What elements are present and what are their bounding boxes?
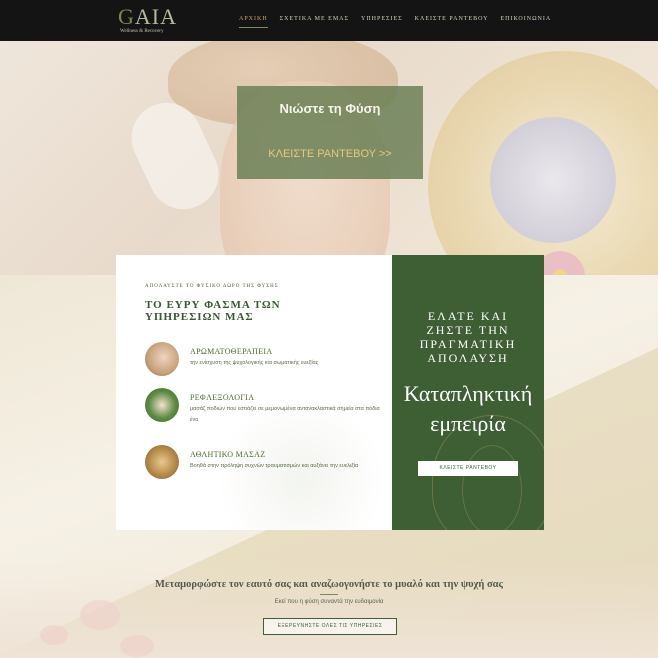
- hero-image-salt: [490, 117, 616, 243]
- nav-item-contact[interactable]: ΕΠΙΚΟΙΝΩΝΙΑ: [500, 16, 551, 22]
- hero-title: Νιώστε τη Φύση: [279, 101, 381, 116]
- nav-item-home[interactable]: ΑΡΧΙΚΗ: [239, 16, 268, 28]
- main-menu: ΑΡΧΙΚΗ ΣΧΕΤΙΚΑ ΜΕ ΕΜΑΣ ΥΠΗΡΕΣΙΕΣ ΚΛΕΙΣΤΕ…: [239, 16, 563, 28]
- nav-item-services[interactable]: ΥΠΗΡΕΣΙΕΣ: [361, 16, 403, 22]
- service-thumb-aromatherapy: [145, 342, 179, 376]
- logo-initial: G: [118, 4, 135, 29]
- navbar: GAIA Wellness & Recovery ΑΡΧΙΚΗ ΣΧΕΤΙΚΑ …: [0, 0, 658, 41]
- leaf-ornament: [462, 445, 522, 530]
- services-eyebrow: ΑΠΟΛΑΥΣΤΕ ΤΟ ΦΥΣΙΚΟ ΔΩΡΟ ΤΗΣ ΦΥΣΗΣ: [145, 284, 279, 289]
- title-divider: [320, 594, 338, 595]
- promo-heading: ΕΛΑΤΕ ΚΑΙ ΖΗΣΤΕ ΤΗΝ ΠΡΑΓΜΑΤΙΚΗ ΑΠΟΛΑΥΣΗ: [419, 309, 517, 365]
- hero-section: Νιώστε τη Φύση ΚΛΕΙΣΤΕ ΡΑΝΤΕΒΟΥ >>: [0, 41, 658, 275]
- hero-overlay-box: Νιώστε τη Φύση ΚΛΕΙΣΤΕ ΡΑΝΤΕΒΟΥ >>: [237, 86, 423, 179]
- logo-tagline: Wellness & Recovery: [120, 29, 164, 34]
- service-thumb-reflexology: [145, 388, 179, 422]
- nav-item-booking[interactable]: ΚΛΕΙΣΤΕ ΡΑΝΤΕΒΟΥ: [415, 16, 489, 22]
- bottom-title: Μεταμορφώστε τον εαυτό σας και αναζωογον…: [155, 579, 503, 590]
- service-name: ΑΘΛΗΤΙΚΟ ΜΑΣΑΖ: [190, 450, 266, 459]
- service-name: ΑΡΩΜΑΤΟΘΕΡΑΠΕΙΑ: [190, 347, 273, 356]
- service-name: ΡΕΦΛΕΞΟΛΟΓΙΑ: [190, 393, 255, 402]
- services-title: ΤΟ ΕΥΡΥ ΦΑΣΜΑ ΤΩΝ ΥΠΗΡΕΣΙΩΝ ΜΑΣ: [145, 299, 281, 323]
- bottom-subtitle: Εκεί που η φύση συναντά την ευδαιμονία: [274, 599, 384, 605]
- services-card: ΑΠΟΛΑΥΣΤΕ ΤΟ ΦΥΣΙΚΟ ΔΩΡΟ ΤΗΣ ΦΥΣΗΣ ΤΟ ΕΥ…: [116, 255, 392, 530]
- promo-booking-button[interactable]: ΚΛΕΙΣΤΕ ΡΑΝΤΕΒΟΥ: [418, 461, 518, 476]
- petal-decoration: [40, 625, 68, 645]
- nav-item-about[interactable]: ΣΧΕΤΙΚΑ ΜΕ ΕΜΑΣ: [280, 16, 349, 22]
- petal-decoration: [120, 635, 154, 657]
- promo-big-text: Καταπληκτική εμπειρία: [403, 381, 533, 436]
- service-description: την ενίσχυση της ψυχολογικής και σωματικ…: [190, 360, 319, 366]
- hero-booking-link[interactable]: ΚΛΕΙΣΤΕ ΡΑΝΤΕΒΟΥ >>: [237, 148, 423, 160]
- brand-logo[interactable]: GAIA Wellness & Recovery: [118, 5, 180, 37]
- service-description: μασάζ ποδιών που εστιάζει σε μεμονωμένα …: [190, 406, 380, 423]
- service-description: Βοηθά στην πρόληψη συχνών τραυματισμών κ…: [190, 463, 359, 469]
- logo-text: AIA: [134, 4, 177, 29]
- promo-card: ΕΛΑΤΕ ΚΑΙ ΖΗΣΤΕ ΤΗΝ ΠΡΑΓΜΑΤΙΚΗ ΑΠΟΛΑΥΣΗ …: [392, 255, 544, 530]
- explore-services-button[interactable]: ΕΞΕΡΕΥΝΗΣΤΕ ΟΛΕΣ ΤΙΣ ΥΠΗΡΕΣΙΕΣ: [263, 618, 397, 635]
- service-thumb-sports-massage: [145, 445, 179, 479]
